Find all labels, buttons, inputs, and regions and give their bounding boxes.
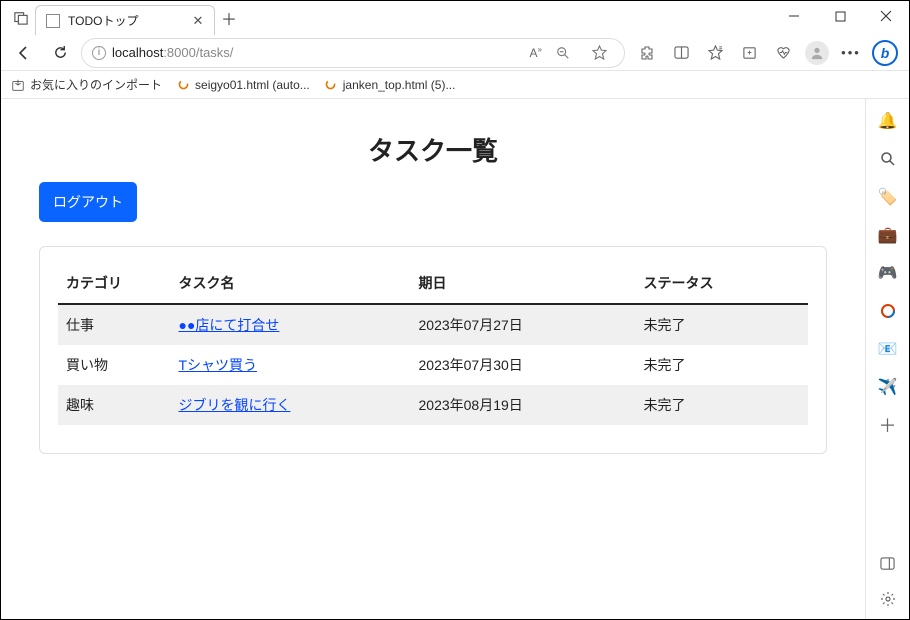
tab-close-button[interactable]: ✕ xyxy=(190,13,206,29)
search-icon[interactable] xyxy=(878,149,898,169)
more-button[interactable]: ••• xyxy=(835,38,867,68)
tab-strip: TODOトップ ✕ ＋ xyxy=(1,1,243,35)
window-maximize-button[interactable] xyxy=(817,1,863,31)
col-status: ステータス xyxy=(636,263,809,304)
window-close-button[interactable] xyxy=(863,1,909,31)
bookmarks-bar: お気に入りのインポート seigyo01.html (auto... janke… xyxy=(1,71,909,99)
cell-name: ●●店にて打合せ xyxy=(171,304,411,345)
bookmark-label: seigyo01.html (auto... xyxy=(195,78,310,92)
hide-sidebar-icon[interactable] xyxy=(878,553,898,573)
extensions-icon[interactable] xyxy=(631,38,663,68)
table-row: 買い物 Tシャツ買う 2023年07月30日未完了 xyxy=(58,345,808,385)
cell-status: 未完了 xyxy=(636,345,809,385)
tools-icon[interactable]: 💼 xyxy=(878,225,898,245)
collections-icon[interactable] xyxy=(733,38,765,68)
notifications-icon[interactable]: 🔔 xyxy=(878,111,898,131)
bing-button[interactable]: b xyxy=(869,38,901,68)
browser-tab[interactable]: TODOトップ ✕ xyxy=(35,5,215,35)
toolbar-actions: ••• b xyxy=(631,38,901,68)
window-minimize-button[interactable] xyxy=(771,1,817,31)
split-screen-icon[interactable] xyxy=(665,38,697,68)
window-titlebar: TODOトップ ✕ ＋ xyxy=(1,1,909,35)
table-row: 仕事 ●●店にて打合せ 2023年07月27日未完了 xyxy=(58,304,808,345)
task-link[interactable]: Tシャツ買う xyxy=(179,357,258,373)
add-app-icon[interactable]: ＋ xyxy=(878,415,898,435)
task-link[interactable]: ジブリを観に行く xyxy=(179,397,291,413)
health-icon[interactable] xyxy=(767,38,799,68)
loading-icon xyxy=(324,78,338,92)
table-header-row: カテゴリ タスク名 期日 ステータス xyxy=(58,263,808,304)
page-content: タスク一覧 ログアウト カテゴリ タスク名 期日 ステータス 仕事 ●●店にて打合… xyxy=(1,99,865,619)
cell-category: 仕事 xyxy=(58,304,171,345)
cell-due: 2023年07月30日 xyxy=(411,345,636,385)
settings-icon[interactable] xyxy=(878,589,898,609)
favorite-star-icon[interactable] xyxy=(584,38,614,68)
bookmark-import[interactable]: お気に入りのインポート xyxy=(11,76,162,93)
col-category: カテゴリ xyxy=(58,263,171,304)
page-favicon xyxy=(46,14,60,28)
bookmark-item[interactable]: seigyo01.html (auto... xyxy=(176,78,310,92)
cell-due: 2023年07月27日 xyxy=(411,304,636,345)
task-link[interactable]: ●●店にて打合せ xyxy=(179,317,280,333)
games-icon[interactable]: 🎮 xyxy=(878,263,898,283)
tab-actions-button[interactable] xyxy=(7,4,35,32)
cell-name: ジブリを観に行く xyxy=(171,385,411,425)
cell-status: 未完了 xyxy=(636,304,809,345)
favorites-icon[interactable] xyxy=(699,38,731,68)
cell-status: 未完了 xyxy=(636,385,809,425)
cell-name: Tシャツ買う xyxy=(171,345,411,385)
import-icon xyxy=(11,78,25,92)
logout-button[interactable]: ログアウト xyxy=(39,182,137,222)
shopping-tag-icon[interactable]: 🏷️ xyxy=(878,187,898,207)
table-row: 趣味ジブリを観に行く 2023年08月19日未完了 xyxy=(58,385,808,425)
loading-icon xyxy=(176,78,190,92)
browser-toolbar: i localhost:8000/tasks/ A» ••• b xyxy=(1,35,909,71)
send-icon[interactable]: ✈️ xyxy=(878,377,898,397)
new-tab-button[interactable]: ＋ xyxy=(215,4,243,32)
refresh-button[interactable] xyxy=(45,38,75,68)
cell-due: 2023年08月19日 xyxy=(411,385,636,425)
address-bar[interactable]: i localhost:8000/tasks/ A» xyxy=(81,38,625,68)
tab-title: TODOトップ xyxy=(68,12,182,29)
site-info-icon[interactable]: i xyxy=(92,46,106,60)
bookmark-item[interactable]: janken_top.html (5)... xyxy=(324,78,456,92)
read-aloud-icon[interactable]: A» xyxy=(530,45,542,60)
col-due: 期日 xyxy=(411,263,636,304)
zoom-icon[interactable] xyxy=(548,38,578,68)
url-text: localhost:8000/tasks/ xyxy=(112,45,524,60)
cell-category: 買い物 xyxy=(58,345,171,385)
task-table: カテゴリ タスク名 期日 ステータス 仕事 ●●店にて打合せ 2023年07月27日… xyxy=(58,263,808,425)
bookmark-label: janken_top.html (5)... xyxy=(343,78,456,92)
edge-sidebar: 🔔 🏷️ 💼 🎮 📧 ✈️ ＋ xyxy=(865,99,909,619)
bookmark-label: お気に入りのインポート xyxy=(30,76,162,93)
col-name: タスク名 xyxy=(171,263,411,304)
profile-button[interactable] xyxy=(801,38,833,68)
office-icon[interactable] xyxy=(878,301,898,321)
task-card: カテゴリ タスク名 期日 ステータス 仕事 ●●店にて打合せ 2023年07月27日… xyxy=(39,246,827,454)
cell-category: 趣味 xyxy=(58,385,171,425)
page-title: タスク一覧 xyxy=(39,131,827,168)
window-controls xyxy=(771,1,909,31)
outlook-icon[interactable]: 📧 xyxy=(878,339,898,359)
main-area: タスク一覧 ログアウト カテゴリ タスク名 期日 ステータス 仕事 ●●店にて打合… xyxy=(1,99,909,619)
back-button[interactable] xyxy=(9,38,39,68)
